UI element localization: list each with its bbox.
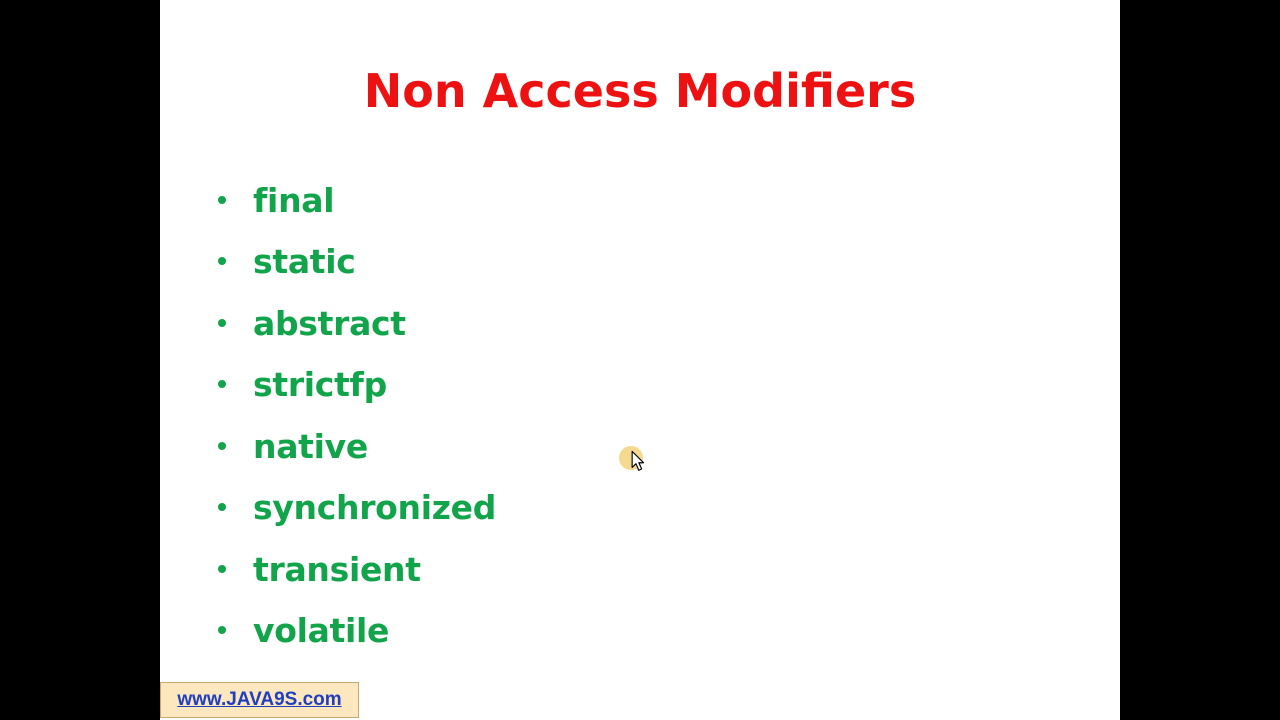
bullet-icon	[218, 626, 226, 635]
bullet-text: native	[253, 426, 368, 466]
bullet-list: final static abstract strictfp native sy…	[218, 170, 496, 662]
bullet-icon	[218, 380, 226, 389]
bullet-text: synchronized	[253, 488, 497, 528]
list-item: synchronized	[218, 478, 496, 540]
bullet-icon	[218, 441, 226, 450]
bullet-text: static	[253, 242, 356, 282]
list-item: abstract	[218, 293, 496, 355]
bullet-text: strictfp	[253, 365, 387, 405]
bullet-icon	[218, 564, 226, 573]
bullet-icon	[218, 318, 226, 327]
bullet-icon	[218, 257, 226, 266]
bullet-text: final	[253, 180, 335, 220]
bullet-text: abstract	[253, 303, 406, 343]
bullet-icon	[218, 503, 226, 512]
bullet-text: transient	[253, 549, 421, 589]
arrow-pointer-icon	[619, 446, 645, 471]
list-item: transient	[218, 539, 496, 601]
list-item: volatile	[218, 601, 496, 663]
list-item: final	[218, 170, 496, 232]
list-item: native	[218, 416, 496, 478]
website-link[interactable]: www.JAVA9S.com	[177, 689, 341, 711]
list-item: static	[218, 232, 496, 294]
bullet-icon	[218, 195, 226, 204]
bullet-text: volatile	[253, 611, 390, 651]
website-watermark[interactable]: www.JAVA9S.com	[160, 682, 359, 718]
slide-title: Non Access Modifiers	[363, 64, 917, 118]
presentation-slide: Non Access Modifiers final static abstra…	[160, 0, 1120, 720]
list-item: strictfp	[218, 355, 496, 417]
video-frame: Non Access Modifiers final static abstra…	[0, 0, 1280, 720]
